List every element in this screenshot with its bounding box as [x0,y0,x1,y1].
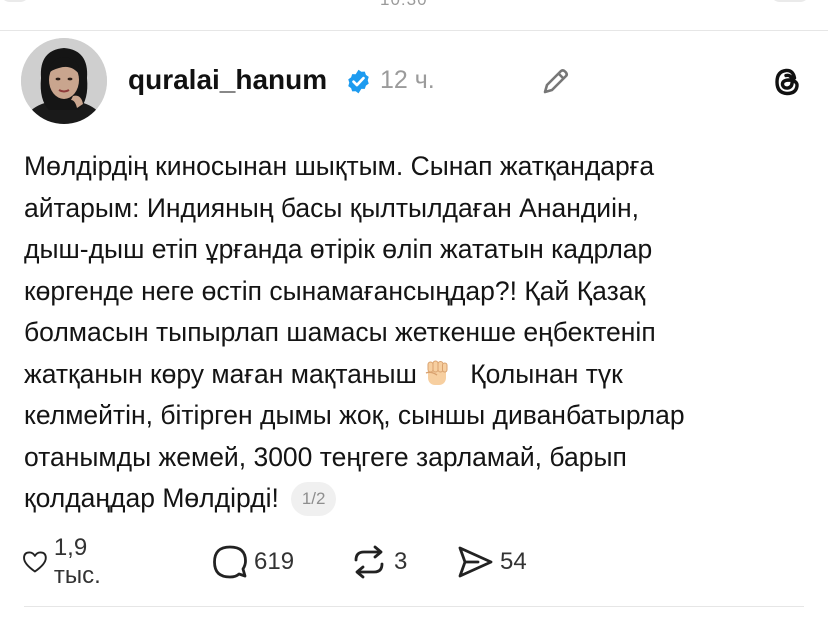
heart-icon [23,551,47,573]
like-count: 1,9 тыс. [53,534,101,589]
pencil-icon[interactable] [538,65,572,99]
post-line: жатқанын көру маған мақтаныш [24,358,417,389]
post-line: айтарым: Индияның басы қылтылдаған Ананд… [24,192,639,223]
post-line-with-emoji: жатқанын көру маған мақтаныш Қолынан түк [24,354,814,396]
repost-icon [354,545,384,579]
post-line: болмасын тыпырлап шамасы жеткенше еңбект… [24,317,656,347]
top-divider [0,30,828,31]
repost-button[interactable]: 3 [350,542,407,582]
post-line: көргенде неге өстіп сынамағансыңдар?! Қа… [24,275,646,306]
send-icon [458,546,493,578]
page-indicator-badge: 1/2 [290,482,337,516]
post-line: келмейтін, бітірген дымы жоқ, сыншы дива… [24,400,685,430]
post-line-last: қолдаңдар Мөлдірді! 1/2 [24,478,814,520]
post-line: қолдаңдар Мөлдірді! [24,483,279,513]
threads-logo-icon[interactable] [772,66,802,98]
avatar-portrait [21,38,107,124]
post-line: дыш-дыш етіп ұрғанда өтірік өліп жататын… [24,234,653,264]
verified-badge-icon [348,69,369,94]
like-button[interactable]: 1,9 тыс. [22,534,113,589]
status-clock: 10:30 [380,0,428,10]
share-button[interactable]: 54 [456,542,527,582]
share-count: 54 [500,548,527,575]
post-line: отанымды жемей, 3000 теңгеге зарламай, б… [24,441,627,472]
repost-count: 3 [394,548,408,575]
username[interactable]: quralai_hanum [128,64,327,96]
post-line: Мөлдірдің киносынан шықтым. Сынап жатқан… [24,151,655,181]
raised-fist-emoji-icon [425,360,448,385]
comment-bubble-icon [213,545,247,579]
reply-button[interactable]: 619 [212,542,294,582]
status-pill-left [0,0,30,2]
status-bar: 10:30 [0,0,828,30]
status-pill-right [770,0,810,2]
reply-count: 619 [254,548,295,575]
bottom-divider [24,606,804,607]
post-line: Қолынан түк [470,358,623,389]
post-time: 12 ч. [380,66,435,94]
post-text: Мөлдірдің киносынан шықтым. Сынап жатқан… [24,146,814,520]
avatar[interactable] [21,38,107,124]
